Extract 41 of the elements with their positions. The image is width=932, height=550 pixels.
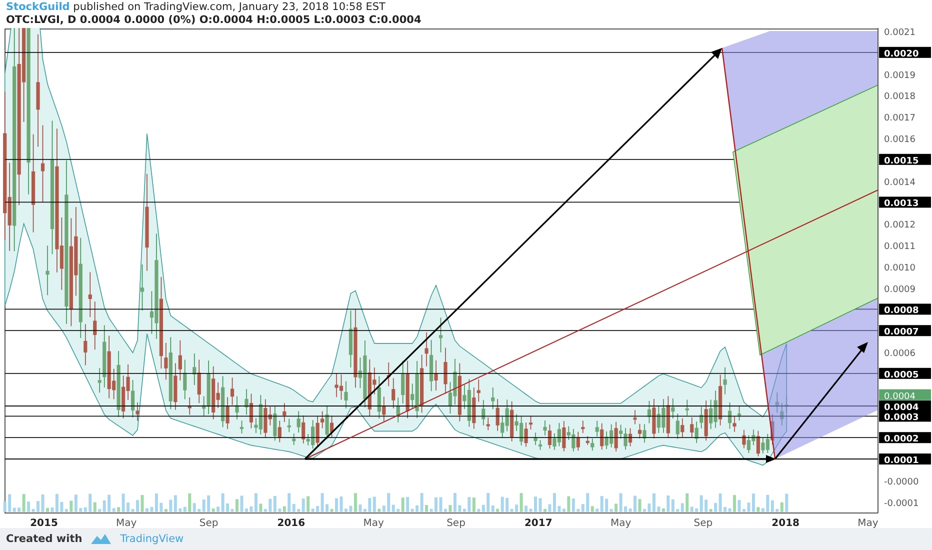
time-label: May [858, 518, 878, 528]
price-label: 0.0012 [884, 220, 916, 231]
price-label: 0.0014 [884, 178, 916, 188]
time-label: May [610, 518, 632, 528]
time-label: May [363, 518, 384, 528]
price-label: 0.0017 [884, 114, 916, 124]
price-tag: 0.0013 [879, 196, 931, 210]
price-label: 0.0018 [884, 92, 916, 102]
price-tag: 0.0004 [879, 400, 931, 413]
price-label: 0.0006 [884, 349, 916, 359]
price-label: 0.0010 [884, 263, 916, 274]
cloud-logo-icon [90, 533, 112, 545]
published-text: published on TradingView.com, January 23, 2018 10:58 EST [73, 1, 386, 13]
price-tag: 0.0020 [879, 46, 931, 60]
price-label: 0.0011 [884, 242, 916, 252]
price-tag: 0.0008 [879, 304, 931, 316]
time-label: Sep [446, 518, 466, 528]
price-tag: 0.0002 [879, 432, 931, 445]
time-label: Sep [694, 518, 713, 528]
price-label: -0.0001 [884, 498, 919, 509]
time-label: 2016 [277, 518, 306, 528]
price-label: 0.0009 [884, 284, 916, 295]
price-tag: 0.0003 [879, 410, 931, 424]
time-label: 2018 [772, 518, 800, 528]
price-tag: 0.0007 [879, 325, 931, 338]
price-label: 0.0019 [884, 70, 916, 81]
time-label: 2015 [30, 518, 58, 528]
time-label: 2017 [524, 518, 552, 528]
price-label: 0.0021 [884, 28, 916, 38]
price-tag: 0.0015 [879, 154, 931, 166]
price-tag: 0.0001 [879, 454, 931, 466]
author-link[interactable]: StockGuild [6, 1, 70, 13]
price-label: -0.0000 [884, 477, 919, 488]
created-with-text: Created with [6, 533, 82, 545]
brand-link[interactable]: TradingView [120, 533, 184, 545]
price-label: 0.0016 [884, 135, 916, 145]
current-price-tag: 0.0004 [879, 389, 931, 402]
time-label: May [116, 518, 137, 528]
symbol-quote: OTC:LVGI, D 0.0004 0.0000 (0%) O:0.0004 H:0.0005 L:0.0003 C:0.0004 [6, 14, 422, 27]
price-tag: 0.0005 [879, 368, 931, 380]
time-label: Sep [199, 518, 218, 528]
